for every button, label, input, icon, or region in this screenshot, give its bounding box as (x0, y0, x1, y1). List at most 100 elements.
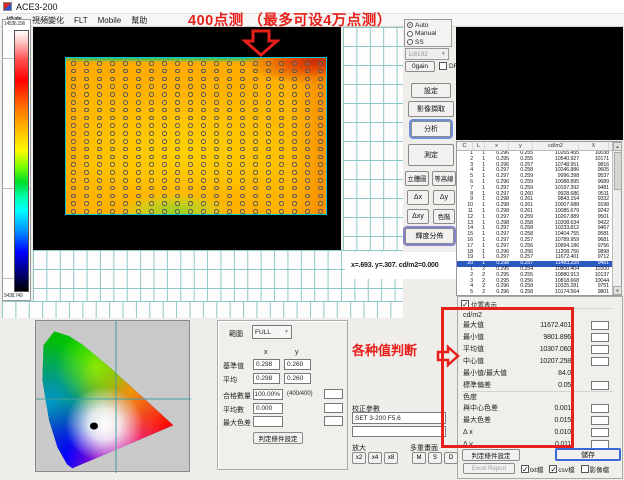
delta-x-button[interactable]: Δx (407, 190, 429, 205)
zoom-x8-button[interactable]: x8 (384, 452, 398, 464)
scroll-down-icon[interactable]: ▼ (613, 286, 622, 295)
measure-point (305, 139, 310, 144)
radio-auto[interactable]: Auto (407, 21, 449, 30)
result-value: 0.001 (527, 405, 571, 412)
table-header-cell[interactable]: X (579, 142, 609, 150)
menu-item-3[interactable]: Mobile (98, 16, 122, 25)
measure-point (279, 155, 284, 160)
measure-point (292, 92, 297, 97)
menu-item-4[interactable]: 幫助 (131, 15, 147, 26)
measure-point (162, 155, 167, 160)
measure-point (214, 194, 219, 199)
table-header-cell[interactable]: x (485, 142, 509, 150)
measure-point (201, 92, 206, 97)
measure-point (318, 61, 323, 66)
measure-point (266, 209, 271, 214)
table-scrollbar[interactable]: ▲ ▼ (612, 142, 621, 295)
save-button[interactable]: 儲存 (555, 448, 621, 461)
measure-point (136, 116, 141, 121)
table-header-cell[interactable]: y (509, 142, 533, 150)
avg-diff-field[interactable]: 0.000 (253, 403, 283, 414)
measure-point (305, 178, 310, 183)
delta-y-button[interactable]: Δy (433, 190, 455, 205)
measure-point (175, 178, 180, 183)
measure-point (227, 123, 232, 128)
contour-button[interactable]: 等高線 (432, 171, 456, 186)
max-color-diff-label: 最大色差 (223, 418, 251, 428)
measure-point (240, 178, 245, 183)
measure-point (136, 147, 141, 152)
measure-point (266, 155, 271, 160)
export-check-1[interactable]: csv檔 (549, 464, 574, 474)
measure-point (227, 170, 232, 175)
range-dropdown[interactable]: FULL ▼ (252, 325, 292, 339)
delta-xy-button[interactable]: Δxy (407, 209, 429, 224)
measure-point (292, 131, 297, 136)
status-box (324, 403, 343, 413)
export-check-0[interactable]: txt檔 (521, 464, 543, 474)
multi-screen-s-button[interactable]: S (428, 452, 442, 464)
analyze-button[interactable]: 分析 (411, 121, 451, 137)
image-capture-button[interactable]: 影像擷取 (408, 101, 454, 117)
measure-point (279, 186, 284, 191)
measure-point (97, 123, 102, 128)
judge-condition-button[interactable]: 判定條件設定 (253, 432, 303, 444)
menu-item-1[interactable]: 視頻變化 (32, 15, 64, 26)
pass-percent-field[interactable]: 100.00% (253, 389, 283, 400)
multi-screen-m-button[interactable]: M (412, 452, 426, 464)
status-box (591, 345, 609, 354)
color-levels-button[interactable]: 色階 (433, 209, 455, 224)
table-header-cell[interactable]: cd/m2 (533, 142, 579, 150)
measure-point (253, 108, 258, 113)
measure-point (318, 69, 323, 74)
measure-point (266, 201, 271, 206)
result-value: 84.0 (527, 370, 571, 377)
measure-point (214, 84, 219, 89)
average-x-field[interactable]: 0.298 (253, 373, 280, 384)
scroll-thumb[interactable] (614, 152, 622, 190)
export-check-2[interactable]: 影像檔 (581, 464, 610, 474)
measure-point (227, 77, 232, 82)
zoom-x4-button[interactable]: x4 (368, 452, 382, 464)
luminance-distribution-button[interactable]: 輝度分佈 (405, 228, 454, 244)
measure-point (318, 178, 323, 183)
menu-item-2[interactable]: FLT (74, 16, 88, 25)
max-color-diff-field[interactable] (253, 416, 283, 427)
measure-point (149, 92, 154, 97)
judge-condition-button-footer[interactable]: 判定條件設定 (462, 449, 520, 461)
measure-button[interactable]: 測定 (408, 144, 454, 166)
radio-manual[interactable]: Manual (407, 30, 449, 39)
reference-x-field[interactable]: 0.298 (253, 359, 280, 370)
gain-button[interactable]: 0gain (405, 61, 435, 72)
measure-point (253, 162, 258, 167)
excel-report-button[interactable]: Excel Report (463, 463, 515, 474)
measure-point (175, 201, 180, 206)
measure-point (240, 139, 245, 144)
measure-point (188, 92, 193, 97)
measure-point (253, 100, 258, 105)
table-header-cell[interactable]: C (457, 142, 473, 150)
status-box (591, 416, 609, 425)
reference-y-field[interactable]: 0.260 (284, 359, 311, 370)
calibration-field[interactable]: SET 3-200 F5.6 (352, 412, 446, 424)
average-y-field[interactable]: 0.260 (284, 373, 311, 384)
measure-point (253, 92, 258, 97)
shutter-dropdown[interactable]: 1/8192 ▼ (405, 48, 449, 60)
measure-point (227, 178, 232, 183)
measure-point (123, 139, 128, 144)
multi-screen-d-button[interactable]: D (444, 452, 458, 464)
measure-point (240, 61, 245, 66)
measure-point (162, 92, 167, 97)
measure-point (71, 201, 76, 206)
measure-point (266, 170, 271, 175)
zoom-x2-button[interactable]: x2 (352, 452, 366, 464)
cie-diagram (36, 321, 191, 473)
scroll-up-icon[interactable]: ▲ (613, 142, 622, 151)
calibration-field-2[interactable] (352, 426, 446, 437)
table-header-cell[interactable]: L (473, 142, 485, 150)
settings-button[interactable]: 設定 (411, 83, 451, 98)
stereo-view-button[interactable]: 立體圖 (405, 171, 429, 186)
measure-point (123, 209, 128, 214)
radio-ss[interactable]: SS (407, 38, 449, 47)
measure-point (227, 131, 232, 136)
